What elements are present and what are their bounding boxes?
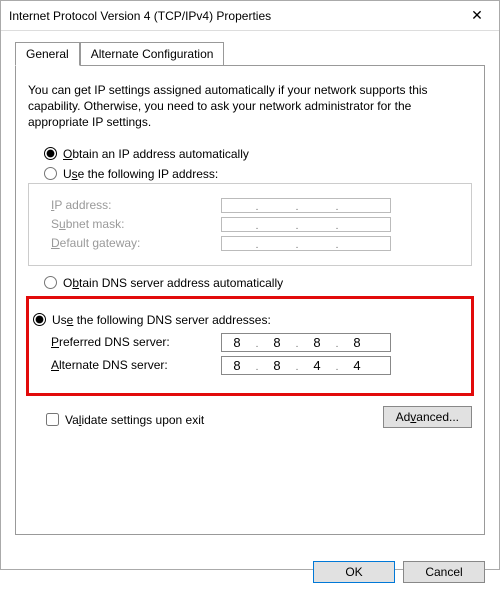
radio-obtain-dns-auto[interactable]: Obtain DNS server address automatically (44, 276, 470, 290)
radio-obtain-dns-auto-input[interactable] (44, 276, 57, 289)
radio-use-ip-input[interactable] (44, 167, 57, 180)
dialog-button-row: OK Cancel (1, 549, 499, 595)
alt-dns-input[interactable]: 8. 8. 4. 4 (221, 356, 391, 375)
ip-address-input: . . . (221, 198, 391, 213)
alt-dns-label: Alternate DNS server: (51, 358, 221, 372)
titlebar: Internet Protocol Version 4 (TCP/IPv4) P… (1, 1, 499, 31)
radio-use-ip-label: Use the following IP address: (63, 167, 218, 181)
validate-settings-row[interactable]: Validate settings upon exit (46, 413, 204, 427)
window-title: Internet Protocol Version 4 (TCP/IPv4) P… (9, 9, 455, 23)
validate-checkbox[interactable] (46, 413, 59, 426)
bottom-options-row: Validate settings upon exit Advanced... (28, 406, 472, 428)
default-gateway-input: . . . (221, 236, 391, 251)
pref-dns-label: Preferred DNS server: (51, 335, 221, 349)
tab-general[interactable]: General (15, 42, 80, 66)
default-gateway-label: Default gateway: (51, 236, 221, 250)
ok-button[interactable]: OK (313, 561, 395, 583)
radio-obtain-dns-auto-label: Obtain DNS server address automatically (63, 276, 283, 290)
tab-alternate-configuration[interactable]: Alternate Configuration (80, 42, 225, 66)
default-gateway-row: Default gateway: . . . (51, 236, 459, 251)
radio-use-dns[interactable]: Use the following DNS server addresses: (33, 313, 457, 327)
close-icon: ✕ (471, 7, 483, 24)
ip-group: IP address: . . . Subnet mask: . . . D (28, 183, 472, 266)
advanced-button[interactable]: Advanced... (383, 406, 472, 428)
close-button[interactable]: ✕ (455, 1, 499, 31)
dns-group-highlighted: Use the following DNS server addresses: … (26, 296, 474, 396)
ip-address-row: IP address: . . . (51, 198, 459, 213)
cancel-button[interactable]: Cancel (403, 561, 485, 583)
ip-address-label: IP address: (51, 198, 221, 212)
description-text: You can get IP settings assigned automat… (28, 82, 472, 131)
subnet-mask-row: Subnet mask: . . . (51, 217, 459, 232)
radio-obtain-ip-auto-label: Obtain an IP address automatically (63, 147, 249, 161)
content-area: General Alternate Configuration You can … (1, 31, 499, 549)
radio-use-dns-input[interactable] (33, 313, 46, 326)
radio-use-dns-label: Use the following DNS server addresses: (52, 313, 271, 327)
validate-label: Validate settings upon exit (65, 413, 204, 427)
tab-panel-general: You can get IP settings assigned automat… (15, 65, 485, 535)
subnet-mask-input: . . . (221, 217, 391, 232)
alt-dns-row: Alternate DNS server: 8. 8. 4. 4 (51, 356, 459, 375)
radio-obtain-ip-auto-input[interactable] (44, 147, 57, 160)
radio-obtain-ip-auto[interactable]: Obtain an IP address automatically (44, 147, 470, 161)
tab-strip: General Alternate Configuration (15, 42, 485, 66)
subnet-mask-label: Subnet mask: (51, 217, 221, 231)
radio-use-ip[interactable]: Use the following IP address: (44, 167, 470, 181)
pref-dns-input[interactable]: 8. 8. 8. 8 (221, 333, 391, 352)
pref-dns-row: Preferred DNS server: 8. 8. 8. 8 (51, 333, 459, 352)
